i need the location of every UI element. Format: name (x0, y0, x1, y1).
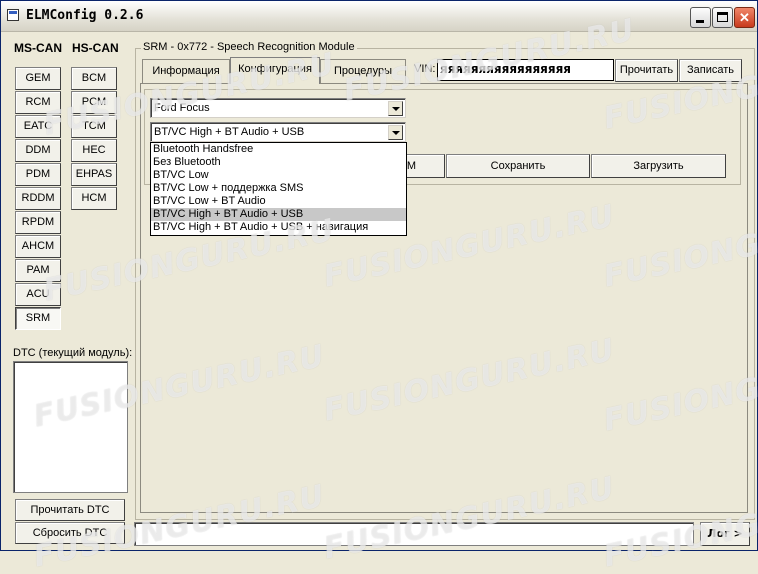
save-button[interactable]: Сохранить (446, 154, 590, 178)
tab-info[interactable]: Информация (142, 59, 230, 83)
chevron-down-icon[interactable] (388, 125, 403, 140)
dropdown-option[interactable]: Bluetooth Handsfree (151, 143, 406, 156)
write-vin-button[interactable]: Записать (679, 59, 742, 82)
module-group-label: SRM - 0x772 - Speech Recognition Module (141, 41, 357, 53)
dropdown-option[interactable]: BT/VC Low + BT Audio (151, 195, 406, 208)
module-button-gem[interactable]: GEM (15, 67, 61, 90)
dropdown-option[interactable]: BT/VC Low + поддержка SMS (151, 182, 406, 195)
module-button-rpdm[interactable]: RPDM (15, 211, 61, 234)
module-button-srm[interactable]: SRM (15, 307, 61, 330)
module-button-hcm[interactable]: HCM (71, 187, 117, 210)
clear-dtc-button[interactable]: Сбросить DTC (15, 522, 125, 544)
close-button[interactable]: ✕ (734, 7, 755, 28)
dtc-list[interactable] (13, 361, 128, 493)
vin-field[interactable]: яяяяяяяяяяяяяяяяя (437, 59, 614, 81)
module-button-eatc[interactable]: EATC (15, 115, 61, 138)
module-button-rddm[interactable]: RDDM (15, 187, 61, 210)
vin-label: VIN: (414, 63, 436, 75)
model-combobox[interactable]: Ford Focus (150, 98, 406, 118)
close-icon: ✕ (739, 10, 750, 25)
chevron-down-icon[interactable] (388, 101, 403, 116)
variant-combobox[interactable]: BT/VC High + BT Audio + USB (150, 122, 406, 142)
load-button[interactable]: Загрузить (591, 154, 726, 178)
minimize-icon (696, 20, 704, 23)
dropdown-option[interactable]: Без Bluetooth (151, 156, 406, 169)
window-title: ELMConfig 0.2.6 (26, 8, 144, 23)
hs-can-label: HS-CAN (72, 41, 119, 55)
maximize-icon (717, 12, 728, 22)
minimize-button[interactable] (690, 7, 711, 28)
read-vin-button[interactable]: Прочитать (615, 59, 678, 82)
read-dtc-button[interactable]: Прочитать DTC (15, 499, 125, 521)
app-window: ELMConfig 0.2.6 ✕ MS-CAN HS-CAN GEM RCM EA… (0, 0, 758, 574)
module-button-pdm[interactable]: PDM (15, 163, 61, 186)
maximize-button[interactable] (712, 7, 733, 28)
module-button-pam[interactable]: PAM (15, 259, 61, 282)
tab-procedures[interactable]: Процедуры (320, 59, 406, 83)
dropdown-option[interactable]: BT/VC High + BT Audio + USB (151, 208, 406, 221)
log-field[interactable] (134, 522, 694, 546)
variant-dropdown-list[interactable]: Bluetooth Handsfree Без Bluetooth BT/VC Lo… (150, 142, 407, 236)
app-icon (7, 9, 19, 21)
module-button-bcm[interactable]: BCM (71, 67, 117, 90)
module-button-tcm[interactable]: TCM (71, 115, 117, 138)
dtc-label: DTC (текущий модуль): (13, 347, 133, 359)
module-button-rcm[interactable]: RCM (15, 91, 61, 114)
variant-combobox-value: BT/VC High + BT Audio + USB (154, 126, 305, 138)
module-button-ehpas[interactable]: EHPAS (71, 163, 117, 186)
title-bar[interactable]: ELMConfig 0.2.6 ✕ (1, 1, 757, 32)
module-button-ddm[interactable]: DDM (15, 139, 61, 162)
model-combobox-value: Ford Focus (154, 102, 210, 114)
module-button-hec[interactable]: HEC (71, 139, 117, 162)
tab-configuration[interactable]: Конфигурация (230, 57, 320, 84)
module-button-acu[interactable]: ACU (15, 283, 61, 306)
module-button-ahcm[interactable]: AHCM (15, 235, 61, 258)
dropdown-option[interactable]: BT/VC Low (151, 169, 406, 182)
dropdown-option[interactable]: BT/VC High + BT Audio + USB + навигация (151, 221, 406, 234)
log-button[interactable]: Лог > (700, 522, 750, 546)
ms-can-label: MS-CAN (14, 41, 62, 55)
module-button-pcm[interactable]: PCM (71, 91, 117, 114)
